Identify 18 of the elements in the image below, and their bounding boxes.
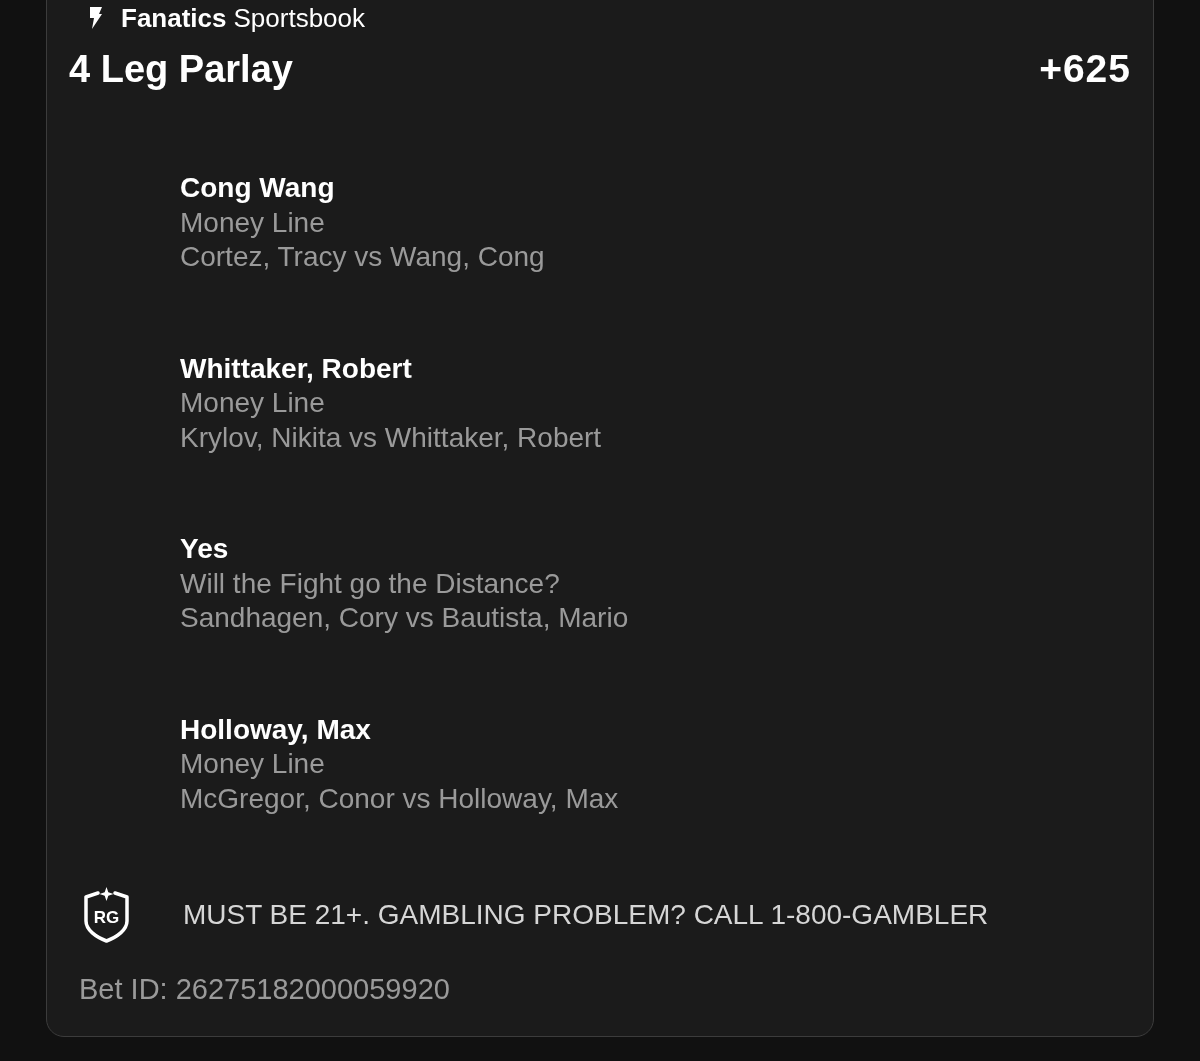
leg-selection: Yes	[180, 532, 229, 566]
bet-title: 4 Leg Parlay	[69, 47, 293, 91]
leg-market: Money Line	[180, 747, 325, 781]
bet-id: Bet ID: 26275182000059920	[79, 972, 450, 1006]
leg-market: Money Line	[180, 386, 325, 420]
age-disclaimer: MUST BE 21+. GAMBLING PROBLEM? CALL 1-800-GAMBLER	[183, 898, 989, 932]
bet-odds: +625	[1039, 47, 1131, 91]
leg-selection: Whittaker, Robert	[180, 351, 412, 386]
leg-market: Will the Fight go the Distance?	[180, 566, 560, 601]
leg-selection: Holloway, Max	[180, 712, 371, 747]
leg-market: Money Line	[180, 205, 325, 240]
sportsbook-logo: Fanatics Sportsbook	[121, 3, 366, 33]
leg-event: Cortez, Tracy vs Wang, Cong	[180, 240, 545, 274]
leg-event: Sandhagen, Cory vs Bautista, Mario	[180, 601, 629, 635]
leg-event: McGregor, Conor vs Holloway, Max	[180, 781, 619, 816]
leg-event: Krylov, Nikita vs Whittaker, Robert	[180, 420, 602, 455]
leg-selection: Cong Wang	[180, 171, 335, 205]
lightning-bolt-icon	[89, 6, 103, 30]
